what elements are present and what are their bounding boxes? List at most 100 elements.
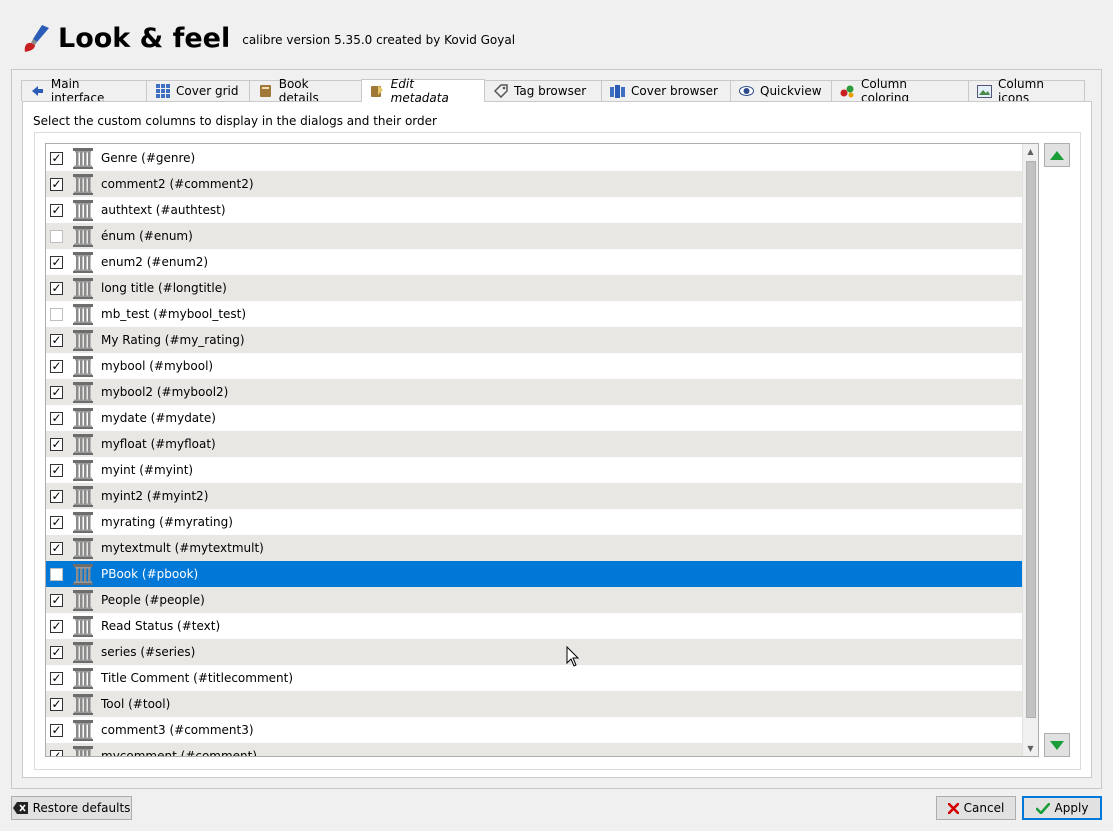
column-checkbox[interactable]: ✓ xyxy=(50,437,63,451)
list-item[interactable]: PBook (#pbook) xyxy=(46,561,1023,587)
column-icon xyxy=(73,746,93,756)
list-item[interactable]: ✓ myrating (#myrating) xyxy=(46,509,1023,535)
list-item[interactable]: ✓ Title Comment (#titlecomment) xyxy=(46,665,1023,691)
list-item[interactable]: ✓ Genre (#genre) xyxy=(46,145,1023,171)
arrow-up-icon xyxy=(1050,150,1064,160)
list-item[interactable]: ✓ mybool2 (#mybool2) xyxy=(46,379,1023,405)
column-checkbox[interactable]: ✓ xyxy=(50,463,63,477)
list-item[interactable]: ✓ myint2 (#myint2) xyxy=(46,483,1023,509)
move-up-button[interactable] xyxy=(1044,143,1070,167)
list-item[interactable]: ✓ authtext (#authtest) xyxy=(46,197,1023,223)
tab-column-icons[interactable]: Column icons xyxy=(968,77,1085,105)
tab-cover-grid[interactable]: Cover grid xyxy=(146,80,250,101)
scroll-up-arrow[interactable]: ▲ xyxy=(1023,144,1038,159)
list-item[interactable]: ✓ Tool (#tool) xyxy=(46,691,1023,717)
column-checkbox[interactable]: ✓ xyxy=(50,489,63,503)
column-icon xyxy=(73,616,93,637)
column-checkbox[interactable]: ✓ xyxy=(50,359,63,373)
column-checkbox[interactable]: ✓ xyxy=(50,333,63,347)
column-label: Title Comment (#titlecomment) xyxy=(101,671,294,685)
tab-label: Edit metadata xyxy=(390,77,449,105)
custom-columns-list[interactable]: ✓ Genre (#genre) ✓ comment2 (#comment2) ✓ aut… xyxy=(45,143,1039,757)
column-checkbox[interactable]: ✓ xyxy=(50,255,63,269)
column-label: myint (#myint) xyxy=(101,463,194,477)
list-rows: ✓ Genre (#genre) ✓ comment2 (#comment2) ✓ aut… xyxy=(46,145,1023,756)
restore-defaults-button[interactable]: Restore defaults xyxy=(11,796,132,820)
list-item[interactable]: mb_test (#mybool_test) xyxy=(46,301,1023,327)
tab-book-details[interactable]: Book details xyxy=(249,77,362,105)
tab-label: Cover grid xyxy=(176,84,239,98)
arrow-down-icon xyxy=(1050,740,1064,750)
version-info: calibre version 5.35.0 created by Kovid … xyxy=(242,33,516,47)
column-checkbox[interactable]: ✓ xyxy=(50,541,63,555)
list-item[interactable]: ✓ long title (#longtitle) xyxy=(46,275,1023,301)
scroll-down-arrow[interactable]: ▼ xyxy=(1023,741,1038,756)
column-checkbox[interactable]: ✓ xyxy=(50,203,63,217)
list-item[interactable]: ✓ My Rating (#my_rating) xyxy=(46,327,1023,353)
list-item[interactable]: ✓ mycomment (#comment) xyxy=(46,743,1023,756)
column-icon xyxy=(73,278,93,299)
column-icon xyxy=(73,226,93,247)
column-label: Tool (#tool) xyxy=(101,697,171,711)
column-label: My Rating (#my_rating) xyxy=(101,333,245,347)
list-item[interactable]: ✓ series (#series) xyxy=(46,639,1023,665)
column-checkbox[interactable]: ✓ xyxy=(50,151,63,165)
eye-icon xyxy=(739,84,754,98)
column-checkbox[interactable]: ✓ xyxy=(50,593,63,607)
list-item[interactable]: ✓ mybool (#mybool) xyxy=(46,353,1023,379)
column-icon xyxy=(73,434,93,455)
move-down-button[interactable] xyxy=(1044,733,1070,757)
column-label: Read Status (#text) xyxy=(101,619,221,633)
list-item[interactable]: ✓ mytextmult (#mytextmult) xyxy=(46,535,1023,561)
tab-edit-metadata[interactable]: Edit metadata xyxy=(361,77,485,105)
column-checkbox[interactable] xyxy=(50,307,63,321)
tab-tag-browser[interactable]: Tag browser xyxy=(484,80,602,101)
list-item[interactable]: ✓ myint (#myint) xyxy=(46,457,1023,483)
tab-cover-browser[interactable]: Cover browser xyxy=(601,80,731,101)
list-item[interactable]: ✓ comment3 (#comment3) xyxy=(46,717,1023,743)
column-checkbox[interactable]: ✓ xyxy=(50,723,63,737)
vertical-scrollbar[interactable]: ▲ ▼ xyxy=(1022,144,1038,756)
list-item[interactable]: ✓ myfloat (#myfloat) xyxy=(46,431,1023,457)
list-item[interactable]: ✓ comment2 (#comment2) xyxy=(46,171,1023,197)
column-checkbox[interactable]: ✓ xyxy=(50,385,63,399)
cancel-button[interactable]: Cancel xyxy=(936,796,1016,820)
book-edit-icon xyxy=(370,84,385,98)
list-item[interactable]: ✓ People (#people) xyxy=(46,587,1023,613)
list-item[interactable]: ✓ mydate (#mydate) xyxy=(46,405,1023,431)
column-checkbox[interactable]: ✓ xyxy=(50,411,63,425)
tab-column-coloring[interactable]: Column coloring xyxy=(831,77,969,105)
column-icon xyxy=(73,460,93,481)
column-label: PBook (#pbook) xyxy=(101,567,199,581)
tab-main-interface[interactable]: Main interface xyxy=(21,77,147,105)
column-checkbox[interactable]: ✓ xyxy=(50,697,63,711)
column-checkbox[interactable]: ✓ xyxy=(50,749,63,756)
column-icon xyxy=(73,304,93,325)
column-label: myint2 (#myint2) xyxy=(101,489,209,503)
column-label: mytextmult (#mytextmult) xyxy=(101,541,264,555)
column-label: énum (#enum) xyxy=(101,229,193,243)
column-label: People (#people) xyxy=(101,593,205,607)
tab-quickview[interactable]: Quickview xyxy=(730,80,832,101)
column-checkbox[interactable]: ✓ xyxy=(50,671,63,685)
column-checkbox[interactable]: ✓ xyxy=(50,619,63,633)
column-label: myrating (#myrating) xyxy=(101,515,233,529)
scroll-thumb[interactable] xyxy=(1026,161,1036,718)
column-icon xyxy=(73,720,93,741)
column-checkbox[interactable]: ✓ xyxy=(50,515,63,529)
column-checkbox[interactable]: ✓ xyxy=(50,645,63,659)
column-checkbox[interactable] xyxy=(50,229,63,243)
list-item[interactable]: ✓ Read Status (#text) xyxy=(46,613,1023,639)
column-label: comment3 (#comment3) xyxy=(101,723,254,737)
list-item[interactable]: énum (#enum) xyxy=(46,223,1023,249)
column-checkbox[interactable]: ✓ xyxy=(50,177,63,191)
apply-button[interactable]: Apply xyxy=(1022,796,1102,820)
column-icon xyxy=(73,512,93,533)
clear-icon xyxy=(12,802,28,814)
list-item[interactable]: ✓ enum2 (#enum2) xyxy=(46,249,1023,275)
column-checkbox[interactable] xyxy=(50,567,63,581)
palette-icon xyxy=(840,84,855,98)
column-checkbox[interactable]: ✓ xyxy=(50,281,63,295)
restore-defaults-label: Restore defaults xyxy=(32,801,131,815)
dialog-header: Look & feel calibre version 5.35.0 creat… xyxy=(20,20,515,56)
